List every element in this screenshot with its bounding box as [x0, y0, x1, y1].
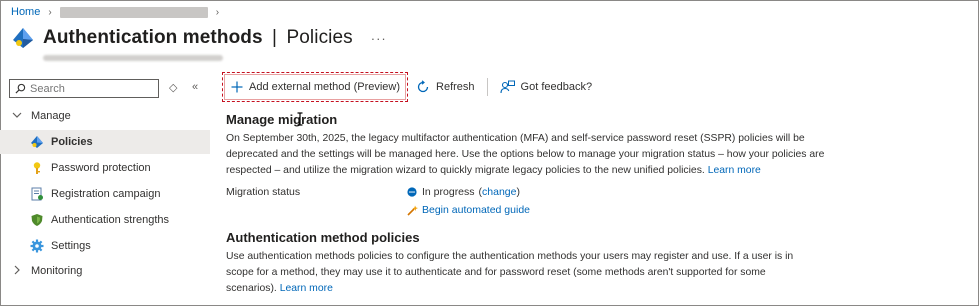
sidebar-item-label: Registration campaign [51, 188, 161, 200]
more-actions-button[interactable]: ··· [371, 31, 387, 46]
add-external-method-label: Add external method (Preview) [249, 81, 401, 93]
sidebar-search-box[interactable] [9, 79, 159, 98]
manage-migration-section: Manage migration On September 30th, 2025… [226, 112, 826, 179]
sidebar-section-manage[interactable]: Manage [0, 104, 210, 128]
sidebar-item-policies[interactable]: Policies [0, 130, 210, 154]
sidebar-section-monitoring[interactable]: Monitoring [0, 259, 210, 283]
feedback-button[interactable]: Got feedback? [494, 72, 599, 102]
page-header: Authentication methods | Policies ··· [11, 26, 387, 50]
sidebar-section-label: Manage [31, 110, 71, 122]
sidebar-item-registration-campaign[interactable]: Registration campaign [0, 182, 210, 206]
page-title-main: Authentication methods [43, 27, 263, 48]
breadcrumb-home-link[interactable]: Home [11, 6, 40, 18]
page-title: Authentication methods | Policies [43, 27, 353, 49]
breadcrumb-redacted-item[interactable] [59, 6, 208, 18]
begin-automated-guide-link[interactable]: Begin automated guide [422, 204, 530, 216]
breadcrumb-chevron-icon: › [48, 6, 52, 18]
redacted-subtitle [43, 55, 223, 61]
paren-close: ) [516, 186, 520, 198]
sidebar-item-settings[interactable]: Settings [0, 234, 210, 258]
page-title-separator: | [272, 27, 278, 48]
feedback-label: Got feedback? [520, 81, 593, 93]
refresh-icon [416, 80, 430, 94]
sidebar-item-label: Policies [51, 136, 93, 148]
change-status-link[interactable]: change [482, 186, 516, 198]
sidebar-item-authentication-strengths[interactable]: Authentication strengths [0, 208, 210, 232]
toolbar-divider [486, 78, 488, 96]
wand-icon [407, 205, 418, 216]
auth-method-policies-description: Use authentication methods policies to c… [226, 249, 816, 297]
auth-method-policies-section: Authentication method policies Use authe… [226, 230, 816, 297]
gear-icon [30, 239, 44, 253]
sidebar-item-label: Authentication strengths [51, 214, 170, 226]
text-cursor-icon [297, 112, 303, 126]
status-value-text: In progress [422, 186, 475, 198]
breadcrumb-chevron-icon: › [215, 6, 220, 18]
document-icon [30, 187, 44, 201]
sidebar-item-label: Settings [51, 240, 91, 252]
entra-diamond-icon [13, 28, 33, 48]
migration-status-label: Migration status [226, 186, 301, 198]
feedback-person-icon [499, 80, 515, 95]
in-progress-icon [407, 187, 417, 197]
chevron-right-icon [12, 265, 26, 278]
add-external-method-button[interactable]: Add external method (Preview) [222, 72, 409, 102]
plus-icon [231, 81, 243, 93]
refresh-button[interactable]: Refresh [410, 72, 481, 102]
search-icon [15, 83, 26, 94]
key-icon [30, 161, 44, 175]
collapse-sidebar-icon[interactable]: « [192, 81, 198, 93]
manage-migration-heading: Manage migration [226, 112, 338, 127]
chevron-down-icon [12, 110, 26, 123]
command-bar: Add external method (Preview) Refresh Go… [222, 71, 598, 103]
auth-method-policies-heading: Authentication method policies [226, 230, 420, 245]
policies-learn-more-link[interactable]: Learn more [280, 283, 333, 294]
sidebar-item-label: Password protection [51, 162, 151, 174]
manage-migration-description: On September 30th, 2025, the legacy mult… [226, 131, 826, 179]
restore-icon[interactable]: ◇ [169, 81, 177, 94]
sidebar-section-label: Monitoring [31, 265, 83, 277]
begin-guide-row: Begin automated guide [407, 204, 530, 216]
search-input[interactable] [30, 82, 155, 95]
diamond-icon [30, 135, 44, 149]
breadcrumb: Home › › [11, 6, 219, 18]
migration-learn-more-link[interactable]: Learn more [708, 165, 761, 176]
sidebar-item-password-protection[interactable]: Password protection [0, 156, 210, 180]
migration-status-value: In progress (change) [407, 186, 520, 198]
refresh-label: Refresh [436, 81, 475, 93]
shield-icon [30, 213, 44, 227]
page-title-sub: Policies [286, 27, 353, 48]
